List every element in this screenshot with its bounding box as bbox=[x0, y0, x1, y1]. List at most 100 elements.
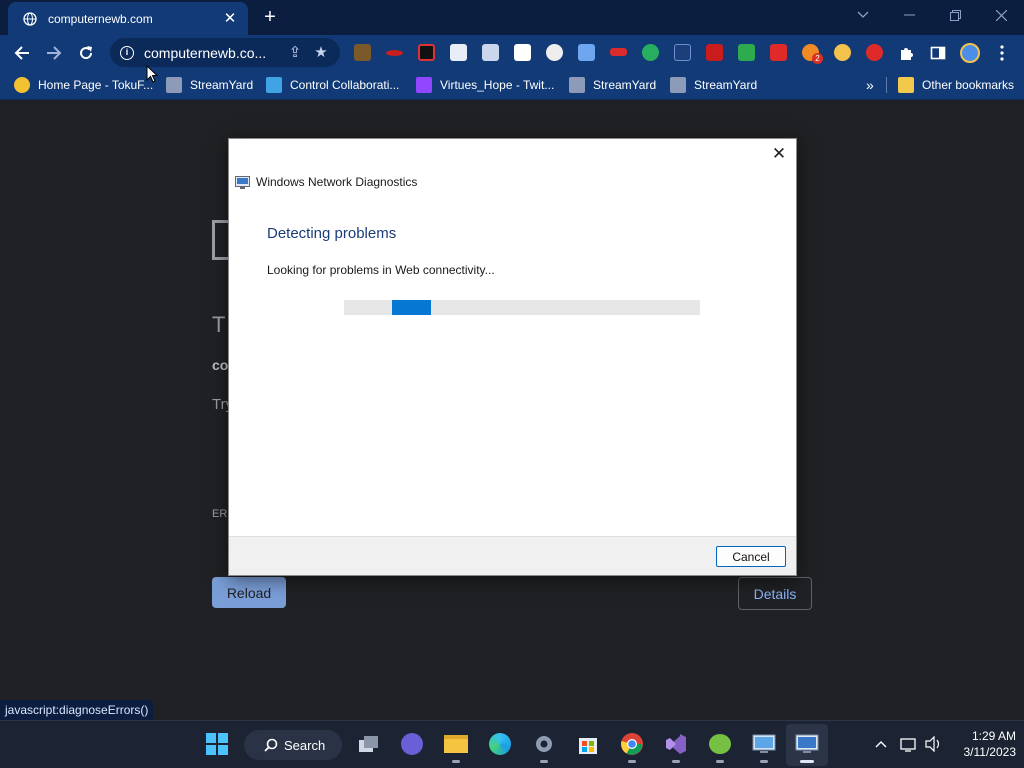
bookmark-label: StreamYard bbox=[694, 78, 758, 92]
menu-kebab-icon[interactable] bbox=[988, 39, 1016, 67]
reload-button[interactable]: Reload bbox=[212, 577, 286, 608]
error-title-fragment: T bbox=[212, 312, 226, 337]
clock-date: 3/11/2023 bbox=[963, 745, 1017, 759]
extension-doc-icon[interactable] bbox=[450, 44, 467, 61]
settings-gear-icon[interactable] bbox=[531, 731, 557, 763]
bookmarks-overflow-button[interactable]: » bbox=[866, 75, 874, 95]
info-icon[interactable]: i bbox=[120, 45, 134, 60]
other-bookmarks-label: Other bookmarks bbox=[922, 78, 1015, 92]
bookmark-item[interactable]: Home Page - TokuF... bbox=[14, 75, 153, 95]
bookmark-favicon-icon bbox=[14, 77, 30, 93]
visual-studio-icon[interactable] bbox=[663, 731, 689, 763]
bookmark-label: Home Page - TokuF... bbox=[38, 78, 154, 92]
extension-pen-icon[interactable] bbox=[674, 44, 691, 61]
address-url: computernewb.co... bbox=[144, 44, 267, 61]
forward-button[interactable] bbox=[40, 39, 68, 67]
extension-heart-icon[interactable] bbox=[866, 44, 883, 61]
dialog-message: Looking for problems in Web connectivity… bbox=[267, 263, 495, 277]
extension-red-box-icon[interactable] bbox=[770, 44, 787, 61]
bookmark-item[interactable]: Control Collaborati... bbox=[266, 75, 399, 95]
network-diagnostics-dialog: ✕ Windows Network Diagnostics Detecting … bbox=[228, 138, 797, 576]
side-panel-icon[interactable] bbox=[924, 39, 952, 67]
extension-blue-icon[interactable] bbox=[578, 44, 595, 61]
bookmarks-divider bbox=[886, 77, 887, 93]
streamyard-icon bbox=[166, 77, 182, 93]
streamyard-icon bbox=[569, 77, 585, 93]
tab-title: computernewb.com bbox=[48, 11, 153, 26]
window-close-button[interactable] bbox=[978, 0, 1024, 30]
search-icon bbox=[264, 738, 278, 752]
bookmark-item[interactable]: StreamYard bbox=[670, 75, 757, 95]
start-windows-icon[interactable] bbox=[204, 731, 230, 757]
twitch-icon bbox=[416, 77, 432, 93]
details-button[interactable]: Details bbox=[738, 577, 812, 610]
bookmark-star-icon[interactable]: ★ bbox=[312, 44, 330, 62]
taskbar-clock[interactable]: 1:29 AM 3/11/2023 bbox=[950, 728, 1017, 760]
remote-desktop-icon[interactable] bbox=[751, 731, 777, 763]
taskbar-search[interactable]: Search bbox=[244, 730, 342, 760]
extension-id-icon[interactable] bbox=[482, 44, 499, 61]
error-host-fragment: co bbox=[212, 357, 229, 373]
monitor-icon bbox=[266, 77, 282, 93]
bookmark-label: StreamYard bbox=[190, 78, 254, 92]
bookmark-label: Control Collaborati... bbox=[290, 78, 400, 92]
extension-green-circle-icon[interactable] bbox=[642, 44, 659, 61]
extension-avatar-icon[interactable] bbox=[834, 44, 851, 61]
browser-tab[interactable]: computernewb.com ✕ bbox=[8, 2, 248, 35]
profile-avatar[interactable] bbox=[956, 39, 984, 67]
dialog-close-icon[interactable]: ✕ bbox=[768, 143, 790, 165]
bookmark-item[interactable]: StreamYard bbox=[166, 75, 253, 95]
bookmark-item[interactable]: StreamYard bbox=[569, 75, 656, 95]
restore-button[interactable] bbox=[932, 0, 978, 30]
cancel-button[interactable]: Cancel bbox=[716, 546, 786, 567]
extension-k-icon[interactable] bbox=[354, 44, 371, 61]
bookmark-label: Virtues_Hope - Twit... bbox=[440, 78, 555, 92]
bookmark-item[interactable]: Virtues_Hope - Twit... bbox=[416, 75, 554, 95]
chrome-icon[interactable] bbox=[619, 731, 645, 763]
extension-red-square-icon[interactable] bbox=[706, 44, 723, 61]
tab-search-icon[interactable] bbox=[840, 0, 886, 30]
reload-icon[interactable] bbox=[72, 39, 100, 67]
file-explorer-icon[interactable] bbox=[443, 731, 469, 763]
dialog-footer: Cancel bbox=[229, 536, 796, 575]
share-icon[interactable]: ⇪ bbox=[286, 44, 304, 62]
extension-red-bar-icon[interactable] bbox=[610, 48, 627, 56]
tab-strip: computernewb.com ✕ + bbox=[0, 0, 1024, 35]
new-tab-button[interactable]: + bbox=[258, 5, 282, 29]
globe-icon bbox=[22, 11, 38, 27]
progress-bar-fill bbox=[392, 300, 431, 315]
extension-red-line-icon[interactable] bbox=[386, 50, 403, 56]
volume-tray-icon[interactable] bbox=[925, 735, 943, 755]
network-tray-icon[interactable] bbox=[900, 736, 918, 755]
network-diagnostics-taskbar-icon[interactable] bbox=[794, 731, 820, 763]
mouse-cursor-icon bbox=[146, 65, 158, 83]
teams-chat-icon[interactable] bbox=[399, 731, 425, 757]
address-bar[interactable]: i computernewb.co... ⇪ ★ bbox=[110, 38, 340, 67]
extension-screen-icon[interactable] bbox=[418, 44, 435, 61]
clock-time: 1:29 AM bbox=[971, 729, 1016, 743]
bookmark-label: StreamYard bbox=[593, 78, 657, 92]
show-hidden-icons-chevron[interactable] bbox=[875, 735, 887, 751]
tab-close-icon[interactable]: ✕ bbox=[222, 10, 238, 27]
edge-icon[interactable] bbox=[487, 731, 513, 757]
taskbar: Search 1:29 AM 3/11/2023 bbox=[0, 720, 1024, 768]
task-view-icon[interactable] bbox=[356, 731, 382, 757]
other-bookmarks[interactable]: Other bookmarks bbox=[898, 75, 1014, 95]
network-diagnostics-icon bbox=[235, 175, 250, 189]
streamyard-icon bbox=[670, 77, 686, 93]
extension-dollar-icon[interactable] bbox=[738, 44, 755, 61]
extension-grid-icon[interactable] bbox=[514, 44, 531, 61]
extension-download-icon[interactable] bbox=[546, 44, 563, 61]
extensions-puzzle-icon[interactable] bbox=[892, 39, 920, 67]
progress-bar bbox=[344, 300, 700, 315]
game-app-icon[interactable] bbox=[707, 731, 733, 763]
minimize-button[interactable] bbox=[886, 0, 932, 30]
dialog-title-bar: Windows Network Diagnostics bbox=[235, 175, 417, 189]
back-button[interactable] bbox=[8, 39, 36, 67]
dialog-title: Windows Network Diagnostics bbox=[256, 175, 418, 189]
folder-icon bbox=[898, 77, 914, 93]
dialog-heading: Detecting problems bbox=[267, 225, 397, 242]
extension-badge: 2 bbox=[812, 53, 823, 64]
status-bubble: javascript:diagnoseErrors() bbox=[0, 700, 154, 720]
microsoft-store-icon[interactable] bbox=[575, 731, 601, 757]
